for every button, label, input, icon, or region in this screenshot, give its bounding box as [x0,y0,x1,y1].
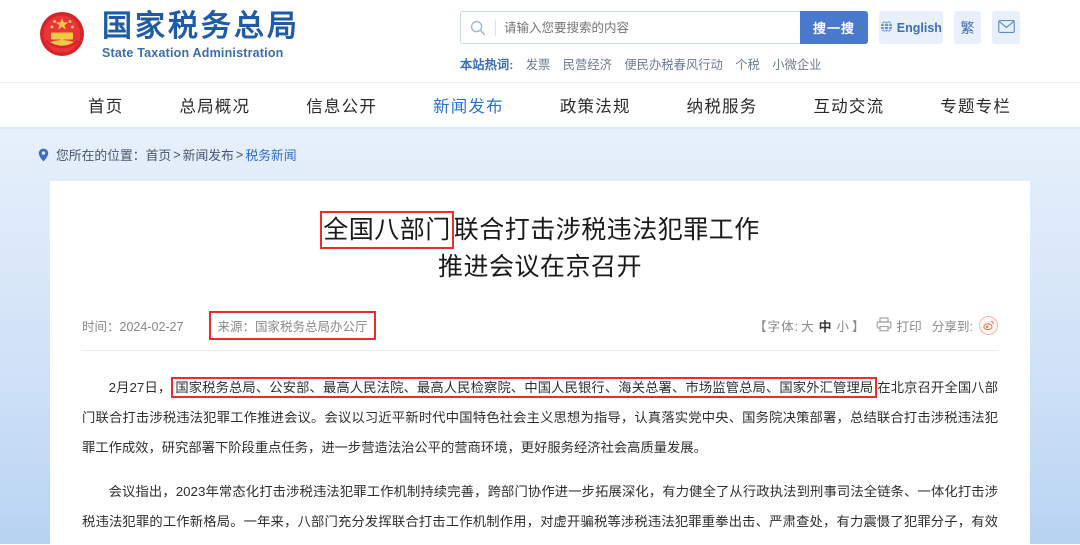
hotwords-label: 本站热词: [460,58,514,72]
article-time: 时间：2024-02-27 [82,316,183,335]
site-brand[interactable]: 国家税务总局 State Taxation Administration [34,7,300,63]
font-size-controls: 【字体: 大中小】 [754,316,866,335]
search-icon [461,20,495,36]
article-paragraph: 会议指出，2023年常态化打击涉税违法犯罪工作机制持续完善，跨部门协作进一步拓展… [82,477,998,544]
article-source-value: 国家税务总局办公厅 [254,320,368,334]
title-line-2: 推进会议在京召开 [437,253,642,281]
hotword-item[interactable]: 小微企业 [772,58,821,72]
article-paragraph: 2月27日， 国家税务总局、公安部、最高人民法院、最高人民检察院、中国人民银行、海… [82,373,998,463]
language-english-button[interactable]: English [879,11,943,44]
breadcrumb-item-news[interactable]: 新闻发布 [183,145,234,164]
search-input[interactable] [496,13,800,42]
language-english-label: English [896,20,942,35]
search-zone: 搜一搜 English 繁 [460,11,1020,73]
location-pin-icon [38,148,49,162]
article-meta-row: 时间：2024-02-27 来源：国家税务总局办公厅 【字体: 大中小】 打印 … [82,311,998,351]
nav-item-overview[interactable]: 总局概况 [151,93,278,117]
main-navigation: 首页 总局概况 信息公开 新闻发布 政策法规 纳税服务 互动交流 专题专栏 [0,83,1080,129]
title-rest: 联合打击涉税违法犯罪工作 [453,216,760,244]
brand-name-en: State Taxation Administration [102,46,284,60]
nav-item-taxservice[interactable]: 纳税服务 [659,93,786,117]
breadcrumb-item-home[interactable]: 首页 [146,145,172,164]
breadcrumb-label: 您所在的位置： [56,148,146,163]
print-label: 打印 [896,320,922,334]
globe-icon [880,20,893,36]
search-box[interactable] [460,11,800,44]
page-title: 全国八部门 联合打击涉税违法犯罪工作推进会议在京召开 [320,211,760,285]
print-button[interactable]: 打印 [876,316,922,335]
paragraph-pre-text: 2月27日， [108,380,172,395]
font-size-large-button[interactable]: 大 [801,320,815,334]
font-size-open-bracket: 【字体: [753,320,800,334]
article-source-annotation: 来源：国家税务总局办公厅 [209,311,376,340]
font-size-small-button[interactable]: 小 [836,320,850,334]
article-time-value: 2024-02-27 [119,320,184,334]
search-row: 搜一搜 English 繁 [460,11,1020,44]
breadcrumb-separator: > [173,147,181,162]
nav-item-policy[interactable]: 政策法规 [532,93,659,117]
font-size-medium-button[interactable]: 中 [819,320,833,334]
search-submit-button[interactable]: 搜一搜 [800,11,868,44]
printer-icon [876,316,892,335]
brand-text: 国家税务总局 State Taxation Administration [102,9,300,61]
share-label: 分享到: [931,320,973,334]
article-title-wrap: 全国八部门 联合打击涉税违法犯罪工作推进会议在京召开 [50,181,1030,285]
content-band: 您所在的位置： 首页 > 新闻发布 > 税务新闻 全国八部门 联合打击涉税违法犯罪… [0,129,1080,544]
breadcrumb-separator: > [235,147,244,162]
hotword-item[interactable]: 民营经济 [563,58,612,72]
page-root: 国家税务总局 State Taxation Administration 搜一搜 [0,0,1080,545]
share-group: 分享到: [932,316,998,335]
paragraph-text: 会议指出，2023年常态化打击涉税违法犯罪工作机制持续完善，跨部门协作进一步拓展… [82,484,998,529]
article-time-label: 时间： [82,320,120,334]
nav-item-home[interactable]: 首页 [60,93,151,117]
article-meta-right: 【字体: 大中小】 打印 分享到: [754,316,998,335]
site-header: 国家税务总局 State Taxation Administration 搜一搜 [0,0,1080,83]
mail-button[interactable] [992,11,1020,44]
breadcrumb: 您所在的位置： 首页 > 新闻发布 > 税务新闻 [38,145,297,164]
national-emblem-icon [34,7,90,63]
breadcrumb-item-taxnews[interactable]: 税务新闻 [245,145,296,164]
font-size-close-bracket: 】 [851,320,866,334]
hotwords-bar: 本站热词: 发票 民营经济 便民办税春风行动 个税 小微企业 [460,55,1020,73]
article-body: 2月27日， 国家税务总局、公安部、最高人民法院、最高人民检察院、中国人民银行、海… [82,373,998,544]
article-meta-left: 时间：2024-02-27 来源：国家税务总局办公厅 [82,311,376,340]
brand-name-cn: 国家税务总局 [102,9,300,44]
article-source-label: 来源： [217,320,255,334]
nav-item-news[interactable]: 新闻发布 [405,93,532,117]
hotword-item[interactable]: 便民办税春风行动 [624,58,722,72]
hotword-item[interactable]: 发票 [526,58,551,72]
weibo-icon[interactable] [979,316,998,335]
article-card: 全国八部门 联合打击涉税违法犯罪工作推进会议在京召开 时间：2024-02-27 … [50,181,1030,544]
nav-item-disclosure[interactable]: 信息公开 [278,93,405,117]
hotword-item[interactable]: 个税 [735,58,760,72]
language-traditional-button[interactable]: 繁 [953,11,982,44]
agencies-highlight-annotation: 国家税务总局、公安部、最高人民法院、最高人民检察院、中国人民银行、海关总署、市场… [171,377,878,398]
nav-item-topics[interactable]: 专题专栏 [912,93,1039,117]
envelope-icon [997,19,1015,36]
title-highlight-annotation: 全国八部门 [320,211,454,249]
nav-item-interaction[interactable]: 互动交流 [785,93,912,117]
